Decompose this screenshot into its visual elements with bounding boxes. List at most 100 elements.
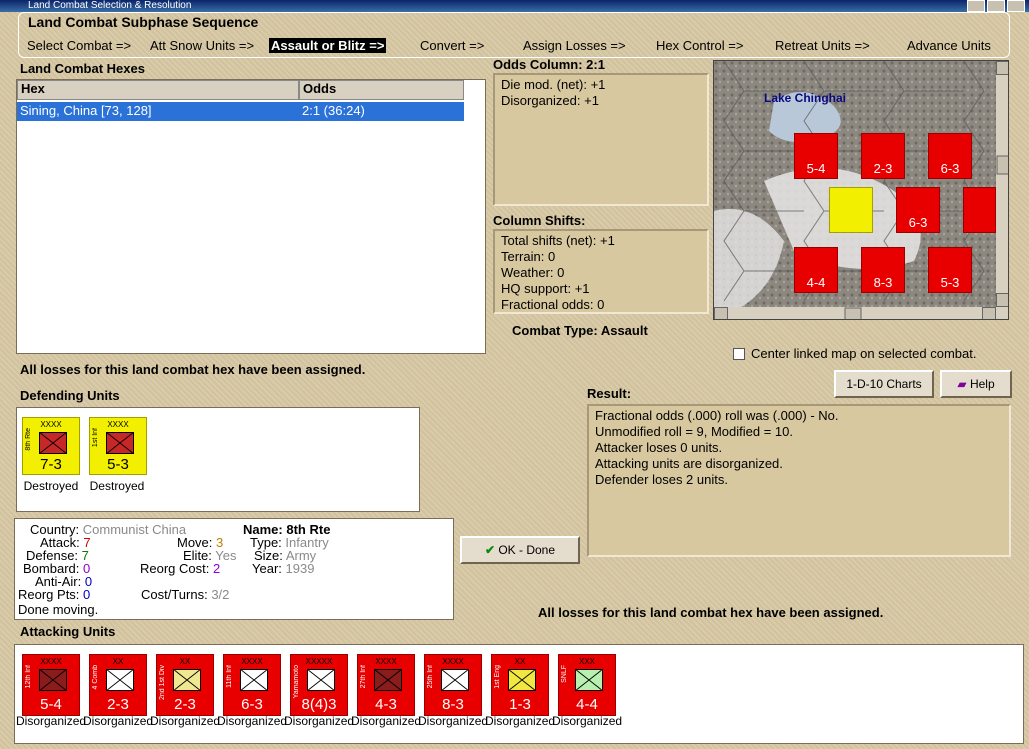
combat-map[interactable]: Lake Chinghai 5-4 2-3 6-3 6-3 4-4 8-3 5-… <box>713 60 1009 320</box>
year-row: Year: 1939 <box>252 561 315 576</box>
result-panel: Fractional odds (.000) roll was (.000) -… <box>587 404 1011 557</box>
scroll-right-arrow[interactable] <box>982 307 996 319</box>
unit-type-icon <box>374 669 402 691</box>
attacker-status: Disorganized <box>16 714 87 728</box>
center-linked-checkbox[interactable] <box>733 348 745 360</box>
step-assault-or-blitz: Assault or Blitz => <box>269 38 387 53</box>
country-value: Communist China <box>82 522 187 537</box>
window-title: Land Combat Selection & Resolution <box>28 0 192 11</box>
attacker-status: Disorganized <box>552 714 623 728</box>
unit-name: 12th Inf <box>25 665 32 689</box>
unit-value: 8-3 <box>442 696 464 713</box>
attacker-status: Disorganized <box>418 714 489 728</box>
result-line: Fractional odds (.000) roll was (.000) -… <box>595 408 839 423</box>
combat-type: Combat Type: Assault <box>512 323 648 338</box>
attacker-status: Disorganized <box>217 714 288 728</box>
help-label: Help <box>969 377 995 391</box>
maximize-button[interactable] <box>987 0 1005 12</box>
defender-counter-1[interactable]: XXXX 8th Rte 7-3 <box>22 417 80 475</box>
unit-type-icon <box>106 669 134 691</box>
attacker-counter[interactable]: XXXX 27th Inf 4-3 <box>357 654 415 716</box>
reorgpts-row: Reorg Pts: 0 <box>18 587 91 602</box>
scroll-down-arrow[interactable] <box>996 293 1008 307</box>
map-counter[interactable]: 6-3 <box>928 133 972 179</box>
unit-type-icon <box>39 669 67 691</box>
book-icon: ▰ <box>957 377 967 391</box>
unit-value: 5-3 <box>107 456 129 473</box>
shift-line: HQ support: +1 <box>501 281 590 296</box>
attacker-counter[interactable]: XXXX 11th Inf 6-3 <box>223 654 281 716</box>
ok-label: OK - Done <box>498 543 556 557</box>
attacker-counter[interactable]: XX 1st Eng 1-3 <box>491 654 549 716</box>
odds-row-cell[interactable]: 2:1 (36:24) <box>299 102 464 121</box>
step-advance-units: Advance Units <box>907 38 991 53</box>
unit-value: 4-4 <box>576 696 598 713</box>
unit-value: 7-3 <box>40 456 62 473</box>
shift-line: Total shifts (net): +1 <box>501 233 615 248</box>
unit-value: 2-3 <box>174 696 196 713</box>
hex-row-cell[interactable]: Sining, China [73, 128] <box>17 102 299 121</box>
unit-name: Yamamoto <box>293 665 300 699</box>
attacker-counter[interactable]: XXX SNLF 4-4 <box>558 654 616 716</box>
unit-type-icon <box>173 669 201 691</box>
defender-counter-2[interactable]: XXXX 1st Inf 5-3 <box>89 417 147 475</box>
shift-line: Fractional odds: 0 <box>501 297 605 312</box>
unit-value: 6-3 <box>241 696 263 713</box>
unit-name: 27th Inf <box>360 665 367 689</box>
charts-button[interactable]: 1-D-10 Charts <box>834 370 934 398</box>
map-counter[interactable]: 6-3 <box>896 187 940 233</box>
step-att-snow-units: Att Snow Units => <box>150 38 255 53</box>
attacking-title: Attacking Units <box>20 624 116 639</box>
attacker-counter[interactable]: XXXX 25th Inf 8-3 <box>424 654 482 716</box>
hex-column-header[interactable]: Hex <box>17 80 299 100</box>
unit-name: 11th Inf <box>226 665 233 688</box>
costturns-row: Cost/Turns: 3/2 <box>141 587 230 602</box>
map-counter[interactable]: 5-3 <box>928 247 972 293</box>
map-counter[interactable]: 5-4 <box>794 133 838 179</box>
unit-value: 4-3 <box>375 696 397 713</box>
shift-line: Terrain: 0 <box>501 249 556 264</box>
attacker-counter[interactable]: XX 2nd 1st Div 2-3 <box>156 654 214 716</box>
map-counter[interactable] <box>963 187 996 233</box>
window-titlebar: Land Combat Selection & Resolution <box>0 0 1029 12</box>
help-button[interactable]: ▰ Help <box>940 370 1012 398</box>
close-button[interactable] <box>1007 0 1025 12</box>
step-select-combat: Select Combat => <box>27 38 132 53</box>
result-line: Unmodified roll = 9, Modified = 10. <box>595 424 793 439</box>
minimize-button[interactable] <box>967 0 985 12</box>
scroll-left-arrow[interactable] <box>714 307 728 319</box>
odds-line: Disorganized: +1 <box>501 93 599 108</box>
map-counter[interactable]: 8-3 <box>861 247 905 293</box>
attacker-status: Disorganized <box>351 714 422 728</box>
checkmark-icon: ✔ <box>484 543 495 557</box>
result-line: Attacker loses 0 units. <box>595 440 723 455</box>
unit-name: 4 Comb <box>92 665 99 690</box>
odds-panel: Die mod. (net): +1 Disorganized: +1 <box>493 73 709 206</box>
defender-status: Destroyed <box>23 479 79 493</box>
odds-column-header[interactable]: Odds <box>299 80 464 100</box>
unit-type-icon <box>441 669 469 691</box>
infantry-icon <box>39 432 67 454</box>
losses-message: All losses for this land combat hex have… <box>20 362 366 377</box>
ok-done-button[interactable]: ✔ OK - Done <box>460 536 580 564</box>
window-controls <box>967 0 1025 12</box>
odds-title: Odds Column: 2:1 <box>493 57 605 72</box>
shift-line: Weather: 0 <box>501 265 565 280</box>
unit-name: 1st Inf <box>92 428 99 448</box>
reorgcost-row: Reorg Cost: 2 <box>140 561 221 576</box>
map-counter[interactable]: 4-4 <box>794 247 838 293</box>
attacker-counter[interactable]: XX 4 Comb 2-3 <box>89 654 147 716</box>
unit-type-icon <box>240 669 268 691</box>
attacker-status: Disorganized <box>485 714 556 728</box>
map-label: Lake Chinghai <box>764 91 847 105</box>
map-counter[interactable]: 2-3 <box>861 133 905 179</box>
map-defender-counter[interactable] <box>829 187 873 233</box>
odds-line: Die mod. (net): +1 <box>501 77 606 92</box>
scroll-up-arrow[interactable] <box>996 61 1008 75</box>
defending-title: Defending Units <box>20 388 120 403</box>
attacker-counter[interactable]: XXXX 12th Inf 5-4 <box>22 654 80 716</box>
step-convert: Convert => <box>420 38 485 53</box>
losses-message-bottom: All losses for this land combat hex have… <box>538 605 884 620</box>
unit-name: 8th Rte <box>25 428 32 451</box>
attacker-counter[interactable]: XXXXX Yamamoto 8(4)3 <box>290 654 348 716</box>
